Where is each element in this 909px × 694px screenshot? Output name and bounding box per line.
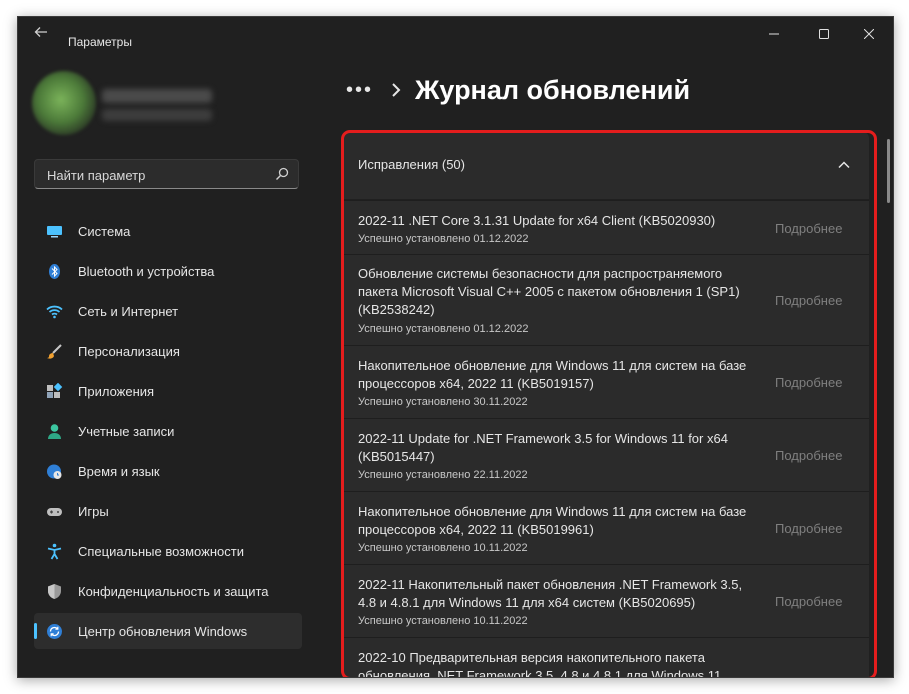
- sidebar-item-label: Bluetooth и устройства: [78, 264, 215, 279]
- avatar: [32, 71, 96, 135]
- sidebar-item-label: Игры: [78, 504, 109, 519]
- more-link[interactable]: Подробнее: [775, 594, 842, 609]
- more-link[interactable]: Подробнее: [775, 293, 842, 308]
- update-status: Успешно установлено 10.11.2022: [358, 542, 528, 554]
- update-status: Успешно установлено 01.12.2022: [358, 233, 529, 245]
- update-title: 2022-10 Предварительная версия накопител…: [358, 650, 722, 677]
- sidebar-item-label: Конфиденциальность и защита: [78, 584, 269, 599]
- list-item: 2022-11 Накопительный пакет обновления .…: [342, 564, 869, 637]
- scrollbar[interactable]: [887, 139, 890, 203]
- more-link[interactable]: Подробнее: [775, 375, 842, 390]
- list-item: Накопительное обновление для Windows 11 …: [342, 491, 869, 564]
- gamepad-icon: [47, 508, 62, 516]
- updates-panel: Исправления (50) 2022-11 .NET Core 3.1.3…: [342, 132, 869, 677]
- update-status: Успешно установлено 22.11.2022: [358, 469, 528, 481]
- sidebar-item-windows-update[interactable]: Центр обновления Windows: [34, 613, 302, 649]
- update-title: 2022-11 Update for .NET Framework 3.5 fo…: [358, 431, 728, 464]
- globe-clock-icon: [47, 464, 62, 479]
- group-title: Исправления (50): [358, 157, 465, 172]
- search-box[interactable]: [34, 159, 299, 190]
- settings-window: Параметры Система Bluetooth и устройства: [17, 16, 894, 678]
- sidebar-item-accessibility[interactable]: Специальные возможности: [34, 533, 302, 569]
- breadcrumb-more-button[interactable]: •••: [346, 79, 373, 102]
- chevron-right-icon: [392, 83, 401, 97]
- person-icon: [48, 424, 61, 439]
- group-header-fixes[interactable]: Исправления (50): [342, 132, 869, 199]
- monitor-icon: [47, 226, 62, 238]
- windows-update-icon: [47, 624, 62, 639]
- search-icon[interactable]: [275, 167, 289, 181]
- sidebar-item-label: Система: [78, 224, 131, 239]
- sidebar-item-bluetooth[interactable]: Bluetooth и устройства: [34, 253, 302, 289]
- minimize-icon: [769, 33, 779, 35]
- update-title: Накопительное обновление для Windows 11 …: [358, 504, 747, 537]
- accessibility-icon: [47, 543, 62, 560]
- sidebar-item-label: Центр обновления Windows: [78, 624, 248, 639]
- maximize-button[interactable]: [801, 21, 847, 49]
- list-item: 2022-10 Предварительная версия накопител…: [342, 637, 869, 677]
- update-status: Успешно установлено 10.11.2022: [358, 615, 528, 627]
- sidebar-item-personalization[interactable]: Персонализация: [34, 333, 302, 369]
- sidebar-item-label: Время и язык: [78, 464, 160, 479]
- update-title: 2022-11 .NET Core 3.1.31 Update for x64 …: [358, 213, 716, 228]
- search-input[interactable]: [45, 160, 269, 190]
- arrow-left-icon: [34, 27, 47, 37]
- sidebar-nav: Система Bluetooth и устройства Сеть и Ин…: [34, 213, 302, 653]
- back-button[interactable]: [32, 25, 50, 43]
- update-title: Накопительное обновление для Windows 11 …: [358, 358, 747, 391]
- maximize-icon: [819, 29, 829, 39]
- apps-icon: [47, 383, 63, 398]
- sidebar-item-time-language[interactable]: Время и язык: [34, 453, 302, 489]
- update-status: Успешно установлено 01.12.2022: [358, 323, 529, 335]
- sidebar-item-label: Сеть и Интернет: [78, 304, 179, 319]
- more-link[interactable]: Подробнее: [775, 448, 842, 463]
- blurred-user-email: [102, 109, 212, 121]
- title-bar: Параметры: [18, 17, 893, 49]
- more-link[interactable]: Подробнее: [775, 521, 842, 536]
- wifi-icon: [46, 305, 63, 319]
- brush-icon: [47, 344, 62, 359]
- update-title: Обновление системы безопасности для расп…: [358, 266, 740, 317]
- sidebar-item-label: Учетные записи: [78, 424, 175, 439]
- sidebar-item-label: Специальные возможности: [78, 544, 244, 559]
- update-status: Успешно установлено 30.11.2022: [358, 396, 528, 408]
- list-item: 2022-11 .NET Core 3.1.31 Update for x64 …: [342, 200, 869, 254]
- close-button[interactable]: [846, 21, 892, 49]
- sidebar-item-label: Персонализация: [78, 344, 180, 359]
- list-item: 2022-11 Update for .NET Framework 3.5 fo…: [342, 418, 869, 491]
- update-list: 2022-11 .NET Core 3.1.31 Update for x64 …: [342, 200, 869, 677]
- list-item: Накопительное обновление для Windows 11 …: [342, 345, 869, 418]
- update-title: 2022-11 Накопительный пакет обновления .…: [358, 577, 743, 610]
- more-link[interactable]: Подробнее: [775, 221, 842, 236]
- sidebar-item-apps[interactable]: Приложения: [34, 373, 302, 409]
- close-icon: [863, 28, 875, 40]
- sidebar-item-privacy[interactable]: Конфиденциальность и защита: [34, 573, 302, 609]
- sidebar-item-gaming[interactable]: Игры: [34, 493, 302, 529]
- minimize-button[interactable]: [751, 21, 797, 49]
- blurred-user-name: [102, 89, 212, 103]
- chevron-up-icon[interactable]: [837, 158, 851, 172]
- app-title: Параметры: [68, 35, 132, 49]
- list-item: Обновление системы безопасности для расп…: [342, 254, 869, 345]
- page-title: Журнал обновлений: [415, 75, 691, 105]
- bluetooth-icon: [49, 264, 60, 279]
- shield-icon: [48, 584, 61, 599]
- sidebar-item-accounts[interactable]: Учетные записи: [34, 413, 302, 449]
- sidebar-item-label: Приложения: [78, 384, 155, 399]
- sidebar-item-network[interactable]: Сеть и Интернет: [34, 293, 302, 329]
- sidebar-item-system[interactable]: Система: [34, 213, 302, 249]
